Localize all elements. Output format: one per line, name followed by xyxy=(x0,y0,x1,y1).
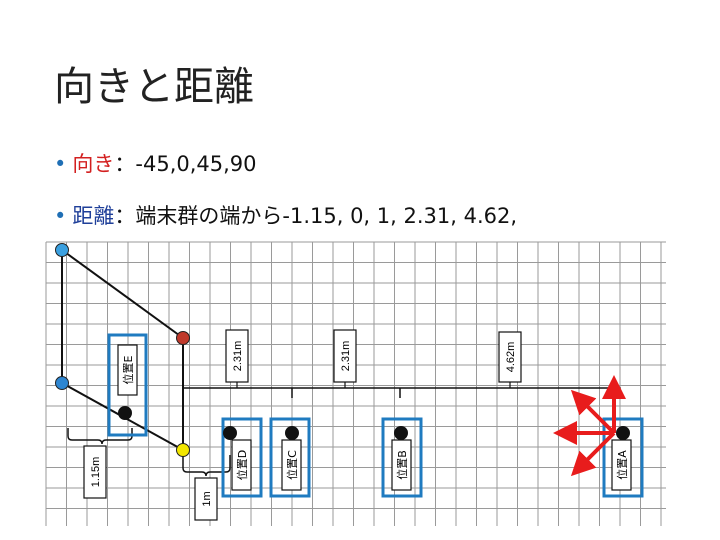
svg-text:2.31m: 2.31m xyxy=(232,341,244,372)
position-diagram: 2.31m 2.31m 4.62m 1.15m 1m 位置E 位置D 位置C 位… xyxy=(45,241,666,526)
svg-text:位置C: 位置C xyxy=(285,450,299,480)
svg-text:4.62m: 4.62m xyxy=(505,342,517,373)
distance-label-2-31m-a: 2.31m xyxy=(225,329,249,383)
distance-label-1-15m: 1.15m xyxy=(83,445,107,499)
distance-label-2-31m-b: 2.31m xyxy=(333,329,357,383)
svg-text:位置E: 位置E xyxy=(121,355,135,384)
grid xyxy=(45,241,666,526)
svg-text:位置B: 位置B xyxy=(395,450,409,480)
svg-text:1.15m: 1.15m xyxy=(90,457,102,488)
node-yellow xyxy=(176,443,190,457)
node-blue xyxy=(55,376,69,390)
position-c: 位置C xyxy=(269,417,311,498)
svg-text:2.31m: 2.31m xyxy=(340,341,352,372)
node-cyan xyxy=(55,243,69,257)
svg-text:位置D: 位置D xyxy=(235,450,249,480)
position-d: 位置D xyxy=(221,417,263,498)
distance-label-4-62m: 4.62m xyxy=(498,331,522,383)
svg-text:1m: 1m xyxy=(201,491,213,506)
node-red xyxy=(176,331,190,345)
distance-label-1m: 1m xyxy=(194,477,218,521)
svg-text:位置A: 位置A xyxy=(615,450,629,480)
